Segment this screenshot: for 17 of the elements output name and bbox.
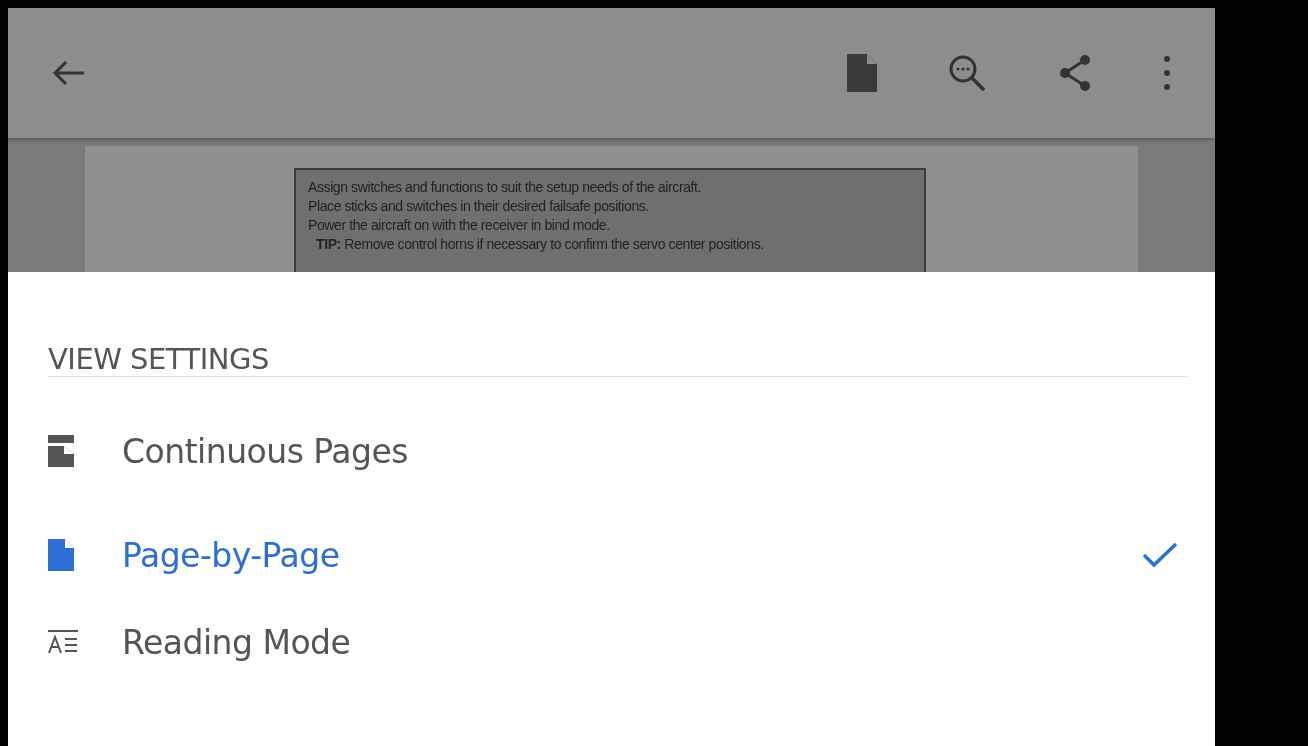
view-option[interactable]: Page-by-Page <box>48 503 1188 607</box>
continuous-pages-icon <box>48 435 74 467</box>
share-icon <box>1057 54 1093 92</box>
view-option[interactable]: Reading Mode <box>48 607 1188 677</box>
back-arrow-icon <box>52 60 86 86</box>
checkmark-icon <box>1142 541 1178 569</box>
more-options-icon <box>1163 55 1171 91</box>
instruction-text: Power the aircraft on with the receiver in bind mode. <box>308 216 611 235</box>
search-icon <box>947 53 987 93</box>
instruction-text: Place sticks and switches in their desired failsafe positions. <box>308 197 650 216</box>
instruction-text: Assign switches and functions to suit the setup needs of the aircraft. <box>308 178 702 197</box>
reading-mode-icon <box>48 629 78 655</box>
instruction-text: TIP: Remove control horns if necessary to confirm the servo center positions. <box>315 235 765 254</box>
page-icon <box>48 539 74 571</box>
sheet-title: VIEW SETTINGS <box>48 341 270 376</box>
document-icon <box>847 54 877 92</box>
view-option[interactable]: Continuous Pages <box>48 399 1188 503</box>
